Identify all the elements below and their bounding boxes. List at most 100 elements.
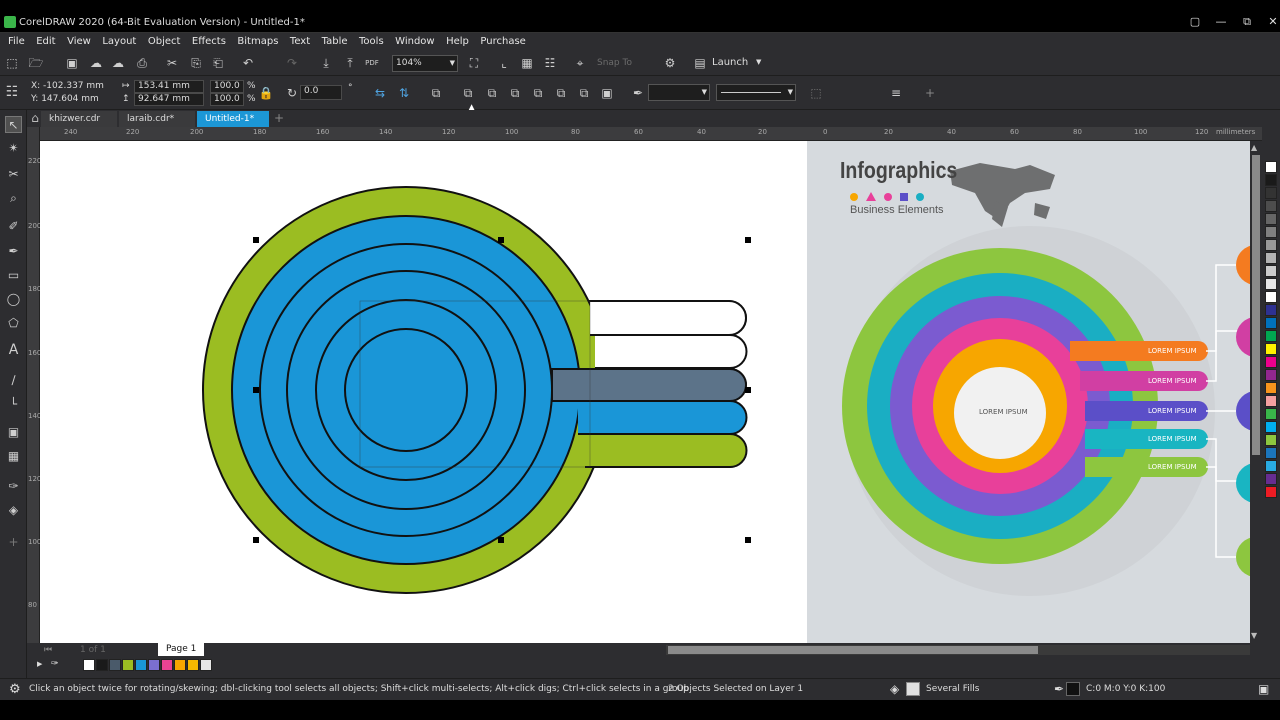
menu-effects[interactable]: Effects [188,33,230,51]
menu-help[interactable]: Help [442,33,473,51]
tab-laraib[interactable]: laraib.cdr* [119,111,195,127]
palette-swatch[interactable] [1265,213,1277,225]
target-drawing[interactable] [202,186,748,594]
palette-swatch[interactable] [1265,408,1277,420]
polygon-tool-icon[interactable]: ⬠ [5,315,22,332]
palette-swatch[interactable] [1265,291,1277,303]
menu-window[interactable]: Window [391,33,438,51]
page-nav-first-icon[interactable]: ⏮ [44,645,52,655]
drawing-canvas[interactable]: Infographics Business Elements LOREM IPS… [40,141,1250,643]
document-palette-swatch[interactable] [161,659,173,671]
menu-edit[interactable]: Edit [32,33,59,51]
reference-infographic-image[interactable] [807,141,1250,643]
palette-swatch[interactable] [1265,330,1277,342]
new-document-icon[interactable]: ⬚ [4,55,20,71]
palette-swatch[interactable] [1265,239,1277,251]
fill-swatch[interactable] [906,682,920,696]
document-palette-swatch[interactable] [187,659,199,671]
text-tool-icon[interactable]: A [5,342,22,359]
export-icon[interactable]: ⤒ [342,55,358,71]
zoom-tool-icon[interactable]: ⌕ [5,190,22,207]
height-field[interactable]: 92.647 mm [134,93,204,106]
pick-tool-icon[interactable]: ↖ [5,116,22,133]
wrap-text-icon[interactable]: ⬚ [808,85,824,101]
menu-bitmaps[interactable]: Bitmaps [233,33,282,51]
document-palette-swatch[interactable] [109,659,121,671]
palette-swatch[interactable] [1265,187,1277,199]
outline-width-combo[interactable]: ▼ [648,84,710,101]
palette-swatch[interactable] [1265,161,1277,173]
document-palette-swatch[interactable] [148,659,160,671]
transparency-tool-icon[interactable]: ▦ [5,448,22,465]
palette-swatch[interactable] [1265,304,1277,316]
scale-height-field[interactable]: 100.0 [210,93,244,106]
x-position-field[interactable]: X: -102.337 mm [31,81,104,91]
rotate-icon[interactable]: ↻ [284,85,300,101]
tab-untitled-1[interactable]: Untitled-1* [197,111,269,127]
crop-tool-icon[interactable]: ✂ [5,166,22,183]
menu-text[interactable]: Text [286,33,314,51]
upload-cloud-icon[interactable]: ☁ [88,55,104,71]
palette-swatch[interactable] [1265,278,1277,290]
menu-object[interactable]: Object [144,33,185,51]
eyedropper-icon[interactable]: ✑ [51,659,59,669]
minimize-button[interactable]: — [1214,15,1228,29]
horizontal-scrollbar[interactable] [666,645,1250,655]
back-minus-front-icon[interactable]: ⧉ [576,85,592,101]
freehand-tool-icon[interactable]: ✐ [5,218,22,235]
trim-icon[interactable]: ⧉ [484,85,500,101]
connector-tool-icon[interactable]: └ [5,396,22,413]
palette-swatch[interactable] [1265,486,1277,498]
menu-file[interactable]: File [4,33,29,51]
options-gear-icon[interactable]: ⚙ [662,55,678,71]
palette-swatch[interactable] [1265,434,1277,446]
scroll-down-icon[interactable]: ▼ [1251,631,1257,640]
palette-swatch[interactable] [1265,473,1277,485]
profile-icon[interactable]: ▢ [1188,15,1202,29]
scale-width-field[interactable]: 100.0 [210,80,244,93]
palette-swatch[interactable] [1265,317,1277,329]
palette-swatch[interactable] [1265,447,1277,459]
redo-icon[interactable]: ↷ [284,55,300,71]
menu-purchase[interactable]: Purchase [476,33,529,51]
launch-icon[interactable]: ▤ [692,55,708,71]
weld-icon[interactable]: ⧉ [460,85,476,101]
palette-swatch[interactable] [1265,174,1277,186]
zoom-level-combo[interactable]: 104% ▼ [392,55,458,72]
document-palette-swatch[interactable] [122,659,134,671]
undo-icon[interactable]: ↶ [240,55,256,71]
rectangle-tool-icon[interactable]: ▭ [5,267,22,284]
parallel-dimension-tool-icon[interactable]: ∕ [5,372,22,389]
tab-page-1[interactable]: Page 1 [158,643,205,656]
object-origin-icon[interactable]: ☷ [4,84,20,100]
palette-swatch[interactable] [1265,395,1277,407]
combine-icon[interactable]: ⧉ [428,85,444,101]
download-cloud-icon[interactable]: ☁ [110,55,126,71]
cut-icon[interactable]: ✂ [164,55,180,71]
menu-tools[interactable]: Tools [355,33,388,51]
color-settings-icon[interactable]: ▣ [1258,682,1269,696]
create-boundary-icon[interactable]: ▣ [599,85,615,101]
line-style-combo[interactable]: ▼ [716,84,796,101]
new-tab-icon[interactable]: + [271,110,287,126]
horizontal-scroll-thumb[interactable] [668,646,1038,654]
palette-swatch[interactable] [1265,343,1277,355]
blue-circle[interactable] [231,215,581,565]
vertical-scroll-thumb[interactable] [1252,155,1260,455]
fill-icon[interactable]: ◈ [890,682,899,696]
palette-swatch[interactable] [1265,265,1277,277]
menu-view[interactable]: View [63,33,95,51]
document-palette-swatch[interactable] [200,659,212,671]
palette-swatch[interactable] [1265,382,1277,394]
import-icon[interactable]: ⤓ [318,55,334,71]
mirror-horizontal-icon[interactable]: ⇆ [372,85,388,101]
palette-arrow-icon[interactable]: ▶ [37,660,42,668]
rotation-angle-field[interactable]: 0.0 [300,85,342,100]
show-rulers-icon[interactable]: ⌞ [496,55,512,71]
launch-dropdown[interactable]: Launch [712,57,748,68]
palette-swatch[interactable] [1265,421,1277,433]
export-pdf-icon[interactable]: PDF [364,55,380,71]
outline-pen-icon[interactable]: ✒ [630,85,646,101]
show-grid-icon[interactable]: ▦ [519,55,535,71]
eyedropper-tool-icon[interactable]: ✑ [5,478,22,495]
